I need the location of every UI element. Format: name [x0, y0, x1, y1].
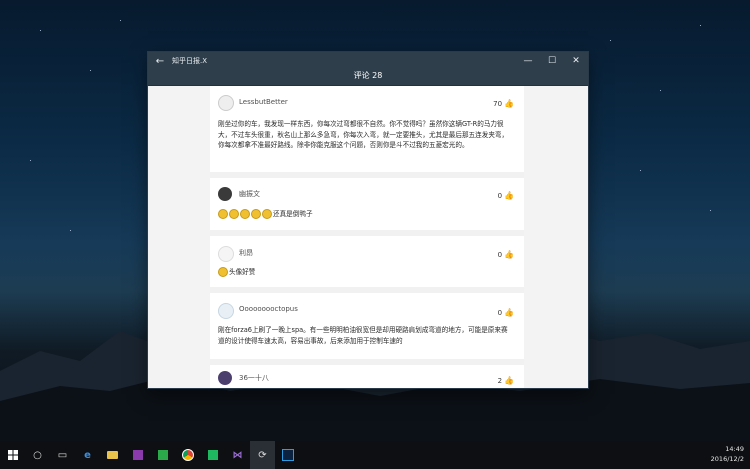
like-count: 0 — [497, 250, 503, 259]
comment-item: LessbutBetter 70 👍 刚坐过你的车，我发现一样东西，你每次过弯都… — [210, 86, 524, 178]
comment-item: Ooooooooctopus 0 👍 刚在forza6上刷了一晚上spa。有一些… — [210, 293, 524, 365]
comment-text: 刚在forza6上刷了一晚上spa。有一些明明柏油很宽但是却用硬路肩划成弯道的地… — [218, 326, 508, 345]
minimize-button[interactable]: — — [516, 56, 540, 66]
desktop: ← 知乎日报.X — ☐ ✕ 评论 28 LessbutBetter 70 👍 … — [0, 0, 750, 469]
emoji-icon — [218, 209, 228, 219]
taskbar-explorer[interactable] — [100, 441, 125, 469]
comment-item: 幽振文 0 👍 还真是倒鸭子 — [210, 178, 524, 236]
edge-icon: e — [84, 449, 91, 461]
emoji-icon — [240, 209, 250, 219]
system-clock[interactable]: 14:49 2016/12/2 — [704, 444, 744, 464]
emoji-icon — [229, 209, 239, 219]
comments-scroll-area[interactable]: LessbutBetter 70 👍 刚坐过你的车，我发现一样东西，你每次过弯都… — [148, 86, 588, 388]
comment-author: 36一十八 — [239, 374, 269, 382]
like-count: 70 — [493, 99, 503, 108]
task-view-icon: ▭ — [57, 449, 68, 461]
comment-body: 还真是倒鸭子 — [218, 209, 514, 220]
comment-author: 利昂 — [239, 249, 253, 257]
folder-icon — [107, 451, 118, 459]
avatar — [218, 303, 234, 319]
clock-time: 14:49 — [725, 445, 744, 453]
taskbar-edge[interactable]: e — [75, 441, 100, 469]
comment-item: 利昂 0 👍 头像好赞 — [210, 236, 524, 293]
comment-body: 头像好赞 — [218, 267, 514, 278]
cortana-button[interactable]: ○ — [25, 441, 50, 469]
emoji-icon — [251, 209, 261, 219]
avatar — [218, 246, 234, 262]
refresh-circle-icon: ⟳ — [258, 449, 267, 461]
emoji-icon — [218, 267, 228, 277]
taskbar-chrome[interactable] — [175, 441, 200, 469]
maximize-button[interactable]: ☐ — [540, 56, 564, 66]
app-icon — [157, 450, 168, 460]
avatar — [218, 371, 232, 385]
taskbar-webstorm[interactable] — [200, 441, 225, 469]
arrow-left-icon: ← — [155, 55, 165, 67]
thumbs-up-icon: 👍 — [504, 376, 514, 385]
windows-icon — [7, 450, 18, 460]
chrome-icon — [181, 449, 194, 461]
app-window: ← 知乎日报.X — ☐ ✕ 评论 28 LessbutBetter 70 👍 … — [148, 52, 588, 388]
task-view-button[interactable]: ▭ — [50, 441, 75, 469]
comment-author: Ooooooooctopus — [239, 305, 298, 313]
comment-text: 头像好赞 — [229, 268, 256, 276]
onenote-icon — [132, 450, 143, 460]
comment-item: 36一十八 2 👍 — [210, 365, 524, 388]
thumbs-up-icon: 👍 — [504, 191, 514, 200]
like-button[interactable]: 70 👍 — [493, 99, 514, 108]
back-button[interactable]: ← — [148, 56, 172, 67]
comment-author: 幽振文 — [239, 190, 260, 198]
taskbar-photoshop[interactable] — [275, 441, 300, 469]
taskbar-visual-studio[interactable]: ⋈ — [225, 441, 250, 469]
like-button[interactable]: 0 👍 — [498, 191, 514, 200]
ide-icon — [207, 450, 218, 460]
taskbar-zhihu-app[interactable]: ⟳ — [250, 441, 275, 469]
taskbar-onenote[interactable] — [125, 441, 150, 469]
search-circle-icon: ○ — [33, 449, 42, 461]
taskbar: ○ ▭ e ⋈ ⟳ 14:49 2016/12/2 — [0, 441, 750, 469]
photoshop-icon — [281, 449, 294, 461]
like-count: 0 — [497, 308, 503, 317]
close-button[interactable]: ✕ — [564, 56, 588, 66]
avatar — [218, 95, 234, 111]
visual-studio-icon: ⋈ — [232, 449, 243, 461]
clock-date: 2016/12/2 — [710, 455, 744, 463]
comment-author: LessbutBetter — [239, 98, 288, 106]
like-button[interactable]: 2 👍 — [498, 376, 514, 385]
like-button[interactable]: 0 👍 — [498, 308, 514, 317]
comment-text: 还真是倒鸭子 — [273, 210, 313, 218]
thumbs-up-icon: 👍 — [504, 308, 514, 317]
thumbs-up-icon: 👍 — [504, 250, 514, 259]
taskbar-app-green[interactable] — [150, 441, 175, 469]
like-count: 2 — [497, 376, 503, 385]
like-count: 0 — [497, 191, 503, 200]
avatar — [218, 187, 232, 201]
comment-text: 刚坐过你的车，我发现一样东西，你每次过弯都很不自然。你不觉得吗？虽然你这辆GT-… — [218, 120, 509, 149]
like-button[interactable]: 0 👍 — [498, 250, 514, 259]
comments-list: LessbutBetter 70 👍 刚坐过你的车，我发现一样东西，你每次过弯都… — [210, 86, 524, 388]
emoji-icon — [262, 209, 272, 219]
comments-header: 评论 28 — [148, 70, 588, 86]
app-title: 知乎日报.X — [172, 57, 208, 65]
start-button[interactable] — [0, 441, 25, 469]
title-bar: ← 知乎日报.X — ☐ ✕ — [148, 52, 588, 70]
thumbs-up-icon: 👍 — [504, 99, 514, 108]
